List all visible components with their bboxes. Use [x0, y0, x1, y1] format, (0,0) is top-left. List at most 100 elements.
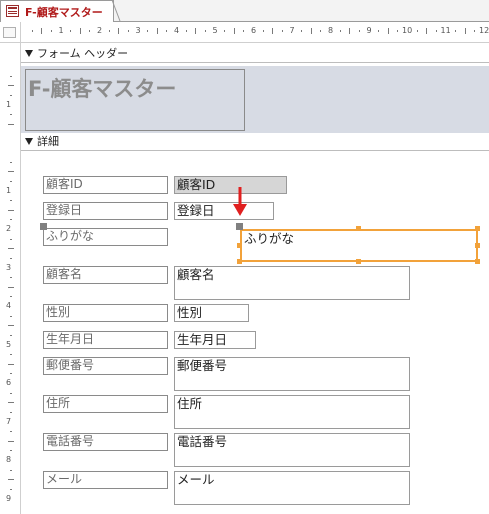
form-header-section-bar[interactable]: フォーム ヘッダー	[21, 45, 489, 63]
move-handle-textbox[interactable]	[236, 223, 243, 230]
ruler-tick	[10, 334, 12, 336]
ruler-tick	[262, 30, 264, 32]
resize-handle-bottom-left[interactable]	[237, 259, 242, 264]
ruler-tick	[204, 30, 206, 32]
textbox-phone[interactable]: 電話番号	[174, 433, 410, 467]
horizontal-ruler[interactable]: 1 2 3 4 5 6 7 8 9 10 11 12	[21, 22, 489, 43]
ruler-tick	[156, 28, 158, 34]
ruler-tick	[10, 450, 12, 452]
textbox-customer-name[interactable]: 顧客名	[174, 266, 410, 300]
ruler-number: 6	[251, 26, 257, 35]
ruler-tick	[8, 479, 14, 481]
tab-title: F-顧客マスター	[25, 6, 103, 19]
ruler-tick	[10, 219, 12, 221]
red-down-arrow-icon	[233, 187, 247, 216]
ruler-tick	[8, 209, 14, 211]
resize-handle-bottom[interactable]	[356, 259, 361, 264]
ruler-tick	[8, 325, 14, 327]
textbox-registered-date[interactable]: 登録日	[174, 202, 274, 220]
ruler-tick	[272, 28, 274, 34]
ruler-tick	[8, 440, 14, 442]
ruler-number: 5	[212, 26, 218, 35]
form-selector[interactable]	[3, 27, 16, 38]
label-customer-name[interactable]: 顧客名	[43, 266, 168, 284]
ruler-number: 5	[6, 339, 12, 349]
ruler-tick	[127, 30, 129, 32]
label-postal-code[interactable]: 郵便番号	[43, 357, 168, 375]
ruler-number: 3	[135, 26, 141, 35]
ruler-number: 2	[6, 224, 12, 233]
ruler-tick	[10, 431, 12, 433]
ruler-tick	[10, 373, 12, 375]
ruler-tick	[89, 30, 91, 32]
ruler-tick	[166, 30, 168, 32]
ruler-tick	[10, 180, 12, 182]
document-tab[interactable]: F-顧客マスター	[0, 0, 114, 22]
label-birthdate[interactable]: 生年月日	[43, 331, 168, 349]
ruler-number: 10	[402, 26, 413, 35]
vertical-ruler[interactable]: 1 1 2 3 4 5 6 7 8 9	[0, 43, 21, 514]
ruler-number: 8	[6, 455, 12, 464]
ruler-number: 12	[479, 26, 489, 35]
ruler-tick	[426, 28, 428, 34]
ruler-tick	[10, 277, 12, 279]
form-title-label[interactable]: F-顧客マスター	[25, 69, 245, 131]
detail-section-bar[interactable]: 詳細	[21, 133, 489, 151]
ruler-tick	[10, 411, 12, 413]
ruler-number: 1	[58, 26, 64, 35]
ruler-tick	[8, 85, 14, 87]
ruler-tick	[10, 238, 12, 240]
ruler-tick	[387, 28, 389, 34]
ruler-number: 9	[366, 26, 372, 35]
resize-handle-right[interactable]	[475, 243, 480, 248]
form-icon	[6, 5, 19, 17]
move-handle-label[interactable]	[40, 223, 47, 230]
label-registered-date[interactable]: 登録日	[43, 202, 168, 220]
ruler-tick	[10, 161, 12, 163]
resize-handle-left[interactable]	[237, 243, 242, 248]
ruler-tick	[378, 30, 380, 32]
ruler-tick	[320, 30, 322, 32]
ruler-tick	[435, 30, 437, 32]
ruler-tick	[474, 30, 476, 32]
ruler-tick	[118, 28, 120, 34]
ruler-tick	[8, 248, 14, 250]
ruler-number: 8	[328, 26, 334, 35]
label-customer-id[interactable]: 顧客ID	[43, 176, 168, 194]
label-email[interactable]: メール	[43, 471, 168, 489]
ruler-tick	[8, 402, 14, 404]
ruler-tick	[10, 392, 12, 394]
ruler-tick	[281, 30, 283, 32]
label-furigana[interactable]: ふりがな	[43, 228, 168, 246]
form-header-label: フォーム ヘッダー	[37, 47, 129, 60]
textbox-postal-code[interactable]: 郵便番号	[174, 357, 410, 391]
textbox-furigana[interactable]: ふりがな	[240, 229, 478, 262]
textbox-customer-id[interactable]: 顧客ID	[174, 176, 287, 194]
resize-handle-top-right[interactable]	[475, 226, 480, 231]
textbox-birthdate[interactable]: 生年月日	[174, 331, 256, 349]
ruler-tick	[31, 30, 33, 32]
ruler-tick	[10, 200, 12, 202]
textbox-email[interactable]: メール	[174, 471, 410, 505]
ruler-tick	[8, 171, 14, 173]
resize-handle-bottom-right[interactable]	[475, 259, 480, 264]
ruler-tick	[195, 28, 197, 34]
label-address[interactable]: 住所	[43, 395, 168, 413]
ruler-tick	[358, 30, 360, 32]
ruler-tick	[10, 94, 12, 96]
textbox-gender[interactable]: 性別	[174, 304, 249, 322]
label-phone[interactable]: 電話番号	[43, 433, 168, 451]
ruler-tick	[147, 30, 149, 32]
ruler-tick	[185, 30, 187, 32]
ruler-tick	[10, 114, 12, 116]
ruler-tick	[464, 28, 466, 34]
ruler-number: 6	[6, 378, 12, 387]
ruler-tick	[310, 28, 312, 34]
resize-handle-top[interactable]	[356, 226, 361, 231]
ruler-tick	[243, 30, 245, 32]
ruler-tick	[41, 28, 43, 34]
textbox-address[interactable]: 住所	[174, 395, 410, 429]
ruler-tick	[8, 123, 14, 125]
label-gender[interactable]: 性別	[43, 304, 168, 322]
ruler-tick	[10, 257, 12, 259]
